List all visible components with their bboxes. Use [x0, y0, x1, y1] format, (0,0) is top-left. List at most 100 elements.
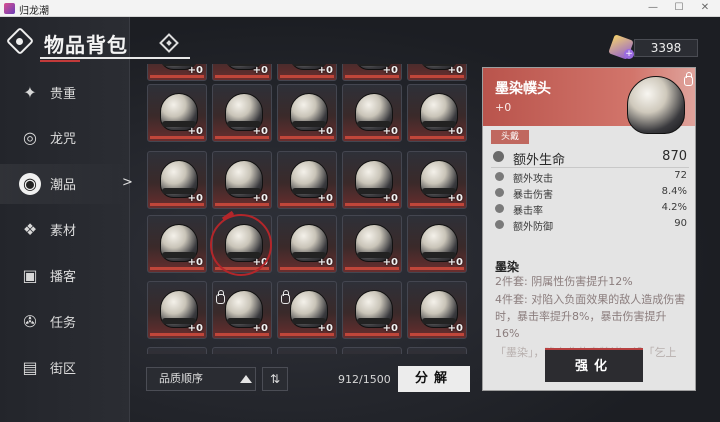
inventory-slot[interactable]: +0 — [342, 84, 402, 142]
slot-level: +0 — [382, 193, 398, 204]
slot-level: +0 — [187, 323, 203, 334]
stat-divider — [491, 167, 689, 168]
reel-icon: ✇ — [23, 312, 37, 331]
main-stat-value: 870 — [662, 149, 687, 164]
crit-rate-icon — [495, 204, 504, 213]
slot-level: +0 — [447, 65, 463, 76]
inventory-slot[interactable]: +0 — [277, 64, 337, 81]
inventory-slot[interactable]: +0 — [342, 347, 402, 354]
sword-icon — [495, 172, 504, 181]
slot-level: +0 — [187, 193, 203, 204]
header-divider — [40, 57, 190, 59]
sidebar-item-5[interactable]: ✇ 任务 — [0, 302, 128, 342]
main-stat-label: 额外生命 — [513, 153, 566, 168]
inventory-slot[interactable]: +0 — [212, 84, 272, 142]
sidebar-item-label: 潮品 — [50, 178, 77, 193]
minimize-button[interactable]: — — [640, 0, 666, 16]
maximize-button[interactable]: ☐ — [666, 0, 692, 16]
inventory-slot[interactable]: +0 — [342, 151, 402, 209]
app-icon — [4, 3, 15, 14]
slot-level: +0 — [187, 257, 203, 268]
inventory-slot[interactable]: +0 — [212, 281, 272, 339]
inventory-slot[interactable]: +0 — [342, 64, 402, 81]
set-bonus-2pc: 2件套: 阴属性伤害提升12% — [495, 275, 633, 288]
sidebar-item-label: 播客 — [50, 270, 77, 285]
inventory-slot[interactable]: +0 — [407, 64, 467, 81]
inventory-slot[interactable]: +0 — [147, 215, 207, 273]
close-button[interactable]: ✕ — [692, 0, 718, 16]
inventory-slot[interactable]: +0 — [212, 151, 272, 209]
inventory-slot[interactable]: +0 — [147, 347, 207, 354]
sub-stat-row: 额外攻击 72 — [491, 169, 691, 185]
header-accent-line — [40, 60, 80, 62]
lock-icon — [216, 290, 225, 304]
sidebar-item-2[interactable]: ◉ 潮品 > — [0, 164, 133, 204]
gem-icon: ✦ — [23, 83, 37, 102]
selection-ring — [210, 214, 272, 276]
slot-level: +0 — [382, 257, 398, 268]
sort-arrow-icon[interactable] — [240, 375, 252, 383]
inventory-slot[interactable]: +0 — [147, 281, 207, 339]
inventory-slot[interactable]: +0 — [147, 151, 207, 209]
sub-stat-row: 额外防御 90 — [491, 217, 691, 233]
slot-level: +0 — [447, 126, 463, 137]
main-stat-row: 额外生命 870 — [491, 148, 691, 168]
heart-icon — [493, 151, 504, 162]
podcast-icon: ▣ — [22, 266, 38, 285]
slot-level: +0 — [447, 323, 463, 334]
inventory-slot[interactable]: +0 — [147, 84, 207, 142]
sidebar-item-label: 素材 — [50, 224, 77, 239]
sidebar-item-label: 任务 — [50, 316, 77, 331]
item-helmet-icon — [627, 76, 685, 134]
currency-amount: 3398 — [634, 39, 698, 57]
disc-icon: ◎ — [23, 128, 37, 147]
enhance-button[interactable]: 强化 — [545, 348, 643, 382]
slot-level: +0 — [252, 65, 268, 76]
filter-diamond-icon[interactable] — [159, 33, 179, 53]
inventory-slot[interactable]: +0 — [277, 281, 337, 339]
inventory-slot[interactable]: +0 — [277, 151, 337, 209]
sidebar-item-4[interactable]: ▣ 播客 — [0, 256, 128, 296]
sub-stat-value: 90 — [674, 218, 687, 229]
inventory-slot[interactable]: +0 — [407, 281, 467, 339]
inventory-slot[interactable]: +0 — [407, 84, 467, 142]
lock-icon — [281, 290, 290, 304]
sort-order-toggle[interactable]: ⇅ — [262, 367, 288, 391]
slot-level: +0 — [317, 126, 333, 137]
sub-stat-row: 暴击率 4.2% — [491, 201, 691, 217]
inventory-grid[interactable]: +0 +0 +0 +0 +0 +0 +0 +0 +0 +0 +0 +0 +0 +0 +0 +0 +0 +0 +0 +0… — [146, 64, 470, 354]
inventory-slot[interactable]: +0 — [212, 64, 272, 81]
inventory-slot[interactable]: +0 — [342, 281, 402, 339]
item-level: +0 — [495, 101, 512, 114]
chevron-right-icon: > — [122, 175, 133, 190]
fashion-icon: ◉ — [19, 173, 41, 195]
inventory-slot[interactable]: +0 — [407, 151, 467, 209]
slot-level: +0 — [447, 257, 463, 268]
slot-level: +0 — [382, 126, 398, 137]
game-viewport: 物品背包 + 3398 ✦ 贵重 ◎ 龙咒 ◉ 潮品 > ❖ 素材 ▣ 播客 ✇ 任务 ▤ 街区 +0 +0 +… — [0, 17, 720, 422]
sidebar-item-3[interactable]: ❖ 素材 — [0, 210, 128, 250]
sidebar-item-6[interactable]: ▤ 街区 — [0, 348, 128, 388]
sidebar-item-0[interactable]: ✦ 贵重 — [0, 73, 128, 113]
decompose-button[interactable]: 分解 — [398, 366, 470, 392]
sidebar-item-label: 街区 — [50, 362, 77, 377]
sidebar-item-1[interactable]: ◎ 龙咒 — [0, 118, 128, 158]
inventory-slot[interactable]: +0 — [277, 84, 337, 142]
slot-level: +0 — [317, 257, 333, 268]
block-icon: ▤ — [22, 358, 38, 377]
inventory-slot[interactable]: +0 — [212, 347, 272, 354]
inventory-slot[interactable]: +0 — [277, 215, 337, 273]
inventory-slot[interactable]: +0 — [342, 215, 402, 273]
cube-icon: ❖ — [22, 220, 38, 239]
slot-level: +0 — [187, 126, 203, 137]
inventory-slot[interactable]: +0 — [407, 347, 467, 354]
back-icon-dot — [16, 38, 23, 45]
lock-toggle-icon[interactable] — [684, 72, 693, 86]
inventory-slot[interactable]: +0 — [277, 347, 337, 354]
add-currency-icon[interactable]: + — [624, 49, 634, 59]
sidebar-item-label: 贵重 — [50, 87, 77, 102]
slot-level: +0 — [317, 65, 333, 76]
inventory-slot[interactable]: +0 — [147, 64, 207, 81]
crit-damage-icon — [495, 188, 504, 197]
inventory-slot[interactable]: +0 — [407, 215, 467, 273]
